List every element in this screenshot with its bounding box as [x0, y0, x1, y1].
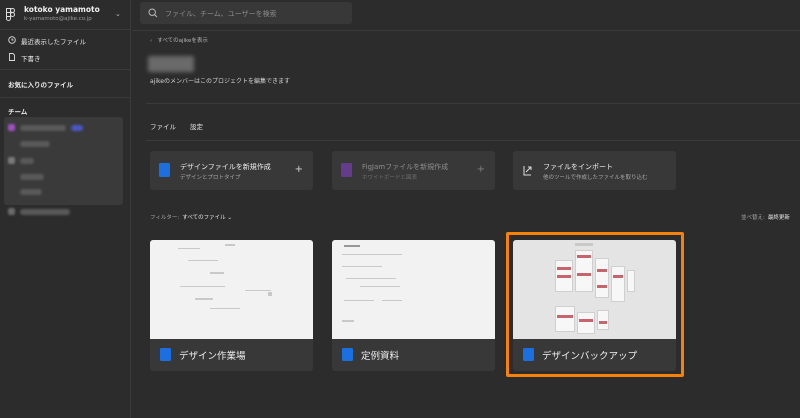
sort-label: 並べ替え: — [741, 215, 765, 221]
action-subtitle: 他のツールで作成したファイルを取り込む — [543, 175, 648, 181]
sidebar-item-label: 最近表示したファイル — [21, 38, 86, 46]
favorites-heading[interactable]: お気に入りのファイル — [8, 79, 73, 89]
filter-dropdown[interactable]: フィルター: すべてのファイル ⌄ — [150, 213, 232, 221]
project-title-redacted — [148, 56, 194, 72]
sidebar: kotoko yamamoto k-yamamoto@ajike.co.jp ⌄… — [0, 0, 131, 418]
file-icon — [9, 53, 15, 61]
account-email: k-yamamoto@ajike.co.jp — [24, 16, 92, 22]
chevron-down-icon: ⌄ — [115, 10, 121, 18]
team-list[interactable] — [4, 117, 123, 215]
design-file-icon — [342, 348, 353, 361]
team-heading: チーム — [8, 108, 28, 116]
team-badge-redacted — [71, 125, 83, 131]
plus-icon: + — [476, 164, 485, 175]
team-item-redacted[interactable] — [20, 141, 50, 147]
team-name-redacted[interactable] — [20, 125, 66, 131]
action-title: ファイルをインポート — [543, 163, 613, 171]
team-avatar — [8, 124, 15, 131]
sidebar-item-label: 下書き — [21, 55, 41, 63]
sort-value: 最終更新 — [767, 215, 790, 221]
chevron-left-icon: ‹ — [150, 38, 153, 44]
filter-value: すべてのファイル ⌄ — [182, 215, 233, 221]
import-icon — [523, 166, 532, 176]
sidebar-item-recent[interactable]: 最近表示したファイル — [0, 34, 131, 48]
plus-icon: + — [294, 164, 303, 175]
team-item-redacted[interactable] — [20, 189, 42, 195]
filter-label: フィルター: — [150, 215, 180, 221]
search-icon — [148, 8, 158, 18]
design-file-icon — [160, 348, 171, 361]
team-item-redacted[interactable] — [20, 174, 44, 180]
team-name-redacted[interactable] — [20, 209, 70, 215]
divider — [146, 103, 800, 104]
sort-dropdown[interactable]: 並べ替え: 最終更新 — [741, 213, 800, 221]
breadcrumb[interactable]: ‹ すべてのajikeを表示 — [150, 36, 208, 44]
new-figjam-file-button[interactable]: FigJamファイルを新規作成 ホワイトボードと図表 + — [332, 151, 495, 190]
clock-icon — [8, 36, 16, 44]
figjam-file-icon — [341, 163, 352, 177]
team-avatar — [8, 157, 15, 164]
divider — [132, 30, 800, 31]
sidebar-item-drafts[interactable]: 下書き — [0, 51, 131, 65]
file-thumbnail — [332, 240, 495, 339]
action-title: FigJamファイルを新規作成 — [362, 163, 449, 171]
action-subtitle: デザインとプロトタイプ — [180, 175, 241, 181]
import-file-button[interactable]: ファイルをインポート 他のツールで作成したファイルを取り込む — [513, 151, 676, 190]
search-placeholder: ファイル、チーム、ユーザーを検索 — [165, 10, 277, 18]
divider — [0, 97, 131, 98]
account-switcher[interactable]: kotoko yamamoto k-yamamoto@ajike.co.jp ⌄ — [0, 0, 131, 30]
tab-settings[interactable]: 設定 — [190, 121, 203, 131]
selection-highlight — [506, 232, 684, 377]
action-title: デザインファイルを新規作成 — [180, 163, 271, 171]
action-subtitle: ホワイトボードと図表 — [362, 175, 418, 181]
file-name: デザイン作業場 — [179, 351, 246, 362]
file-card[interactable]: デザイン作業場 — [150, 240, 313, 371]
team-name-redacted[interactable] — [20, 158, 34, 164]
search-input[interactable]: ファイル、チーム、ユーザーを検索 — [140, 2, 352, 24]
account-name: kotoko yamamoto — [24, 5, 100, 14]
breadcrumb-label: すべてのajikeを表示 — [157, 38, 208, 44]
divider — [0, 69, 131, 70]
file-name: 定例資料 — [361, 351, 400, 362]
project-permission-note: ajikeのメンバーはこのプロジェクトを編集できます — [150, 78, 290, 85]
team-avatar — [8, 208, 15, 215]
file-card[interactable]: 定例資料 — [332, 240, 495, 371]
figma-logo-icon — [6, 8, 15, 21]
file-thumbnail — [150, 240, 313, 339]
design-file-icon — [159, 163, 170, 177]
new-design-file-button[interactable]: デザインファイルを新規作成 デザインとプロトタイプ + — [150, 151, 313, 190]
tab-files[interactable]: ファイル — [150, 121, 176, 131]
divider — [146, 140, 800, 141]
